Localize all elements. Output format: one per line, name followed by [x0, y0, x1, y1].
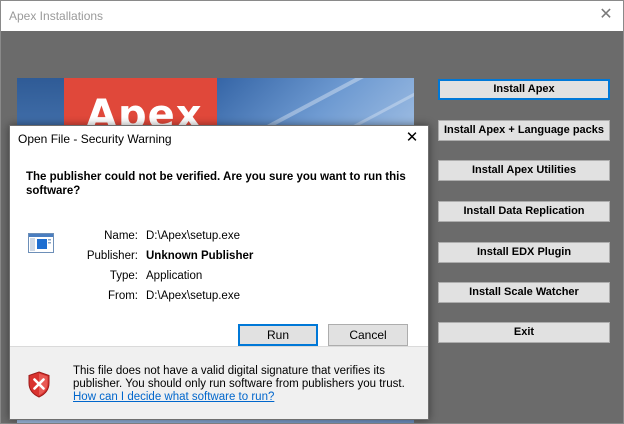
file-info-row-type: Type: Application: [58, 270, 358, 284]
file-info-row-name: Name: D:\Apex\setup.exe: [58, 230, 358, 244]
install-apex-language-packs-button[interactable]: Install Apex + Language packs: [438, 120, 610, 141]
security-warning-dialog: Open File - Security Warning ✕ The publi…: [9, 125, 429, 420]
dialog-body: The publisher could not be verified. Are…: [10, 152, 428, 346]
name-value: D:\Apex\setup.exe: [146, 230, 240, 242]
cancel-button[interactable]: Cancel: [328, 324, 408, 346]
dialog-title: Open File - Security Warning: [18, 132, 172, 146]
from-label: From:: [107, 290, 138, 302]
install-apex-utilities-button[interactable]: Install Apex Utilities: [438, 160, 610, 181]
exit-button[interactable]: Exit: [438, 322, 610, 343]
install-data-replication-button[interactable]: Install Data Replication: [438, 201, 610, 222]
publisher-label: Publisher:: [86, 250, 138, 262]
install-scale-watcher-button[interactable]: Install Scale Watcher: [438, 282, 610, 303]
security-shield-warning-icon: [28, 371, 50, 398]
dialog-footer: This file does not have a valid digital …: [10, 347, 428, 419]
file-info-row-from: From: D:\Apex\setup.exe: [58, 290, 358, 304]
application-file-icon: [28, 233, 54, 253]
decide-software-help-link[interactable]: How can I decide what software to run?: [73, 391, 274, 403]
type-value: Application: [146, 270, 203, 282]
dialog-title-bar: Open File - Security Warning ✕: [10, 126, 428, 152]
warning-heading: The publisher could not be verified. Are…: [26, 171, 406, 197]
install-edx-plugin-button[interactable]: Install EDX Plugin: [438, 242, 610, 263]
publisher-value: Unknown Publisher: [146, 250, 254, 262]
type-label: Type:: [109, 270, 138, 282]
run-button[interactable]: Run: [238, 324, 318, 346]
install-apex-button[interactable]: Install Apex: [438, 79, 610, 100]
main-title-bar: Apex Installations ✕: [1, 1, 623, 31]
main-close-button[interactable]: ✕: [595, 5, 617, 25]
main-window-title: Apex Installations: [9, 9, 104, 23]
file-info-row-publisher: Publisher: Unknown Publisher: [58, 250, 358, 264]
signature-warning-text: This file does not have a valid digital …: [73, 365, 405, 390]
from-value: D:\Apex\setup.exe: [146, 290, 240, 302]
dialog-close-button[interactable]: ✕: [402, 128, 422, 148]
name-label: Name:: [104, 230, 138, 242]
